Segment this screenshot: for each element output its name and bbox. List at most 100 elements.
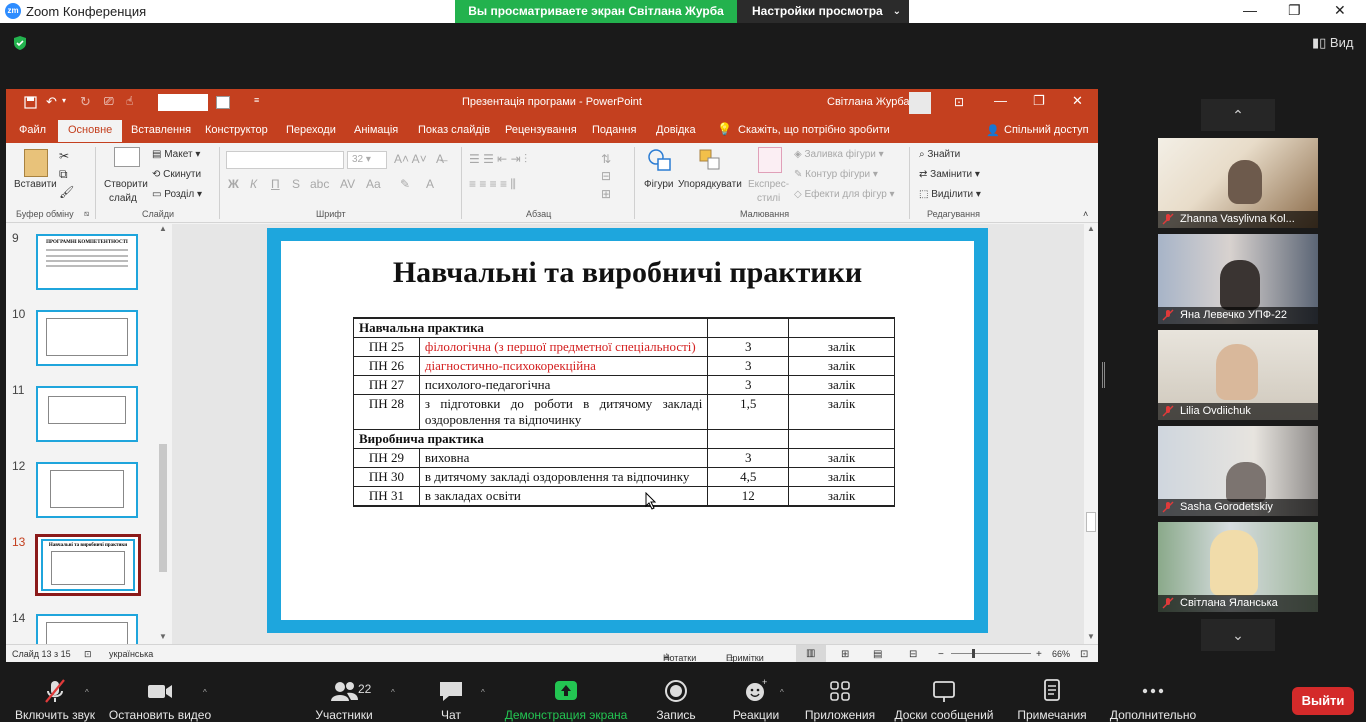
slide-thumbnail[interactable] (36, 386, 138, 442)
participant-tile[interactable]: Zhanna Vasylivna Kol... (1158, 138, 1318, 228)
tab-animations[interactable]: Анімація (354, 124, 398, 136)
splitter-handle[interactable] (1102, 362, 1105, 388)
table-row[interactable]: ПН 25 філологічна (з першої предметної сп… (353, 337, 895, 357)
share-button[interactable]: Спільний доступ (1004, 124, 1089, 136)
participant-tile[interactable]: Яна Левечко УПФ-22 (1158, 234, 1318, 324)
slide-thumbnail[interactable]: ПРОГРАМНІ КОМПЕТЕНТНОСТІ (36, 234, 138, 290)
replace-button[interactable]: ⇄ Замінити ▾ (919, 169, 980, 180)
chevron-up-icon[interactable]: ^ (203, 688, 207, 697)
scroll-up-icon[interactable]: ▲ (1087, 224, 1095, 233)
tab-view[interactable]: Подання (592, 124, 636, 136)
reading-view-icon[interactable]: ▤ (873, 649, 882, 660)
paste-icon[interactable] (24, 149, 48, 177)
shape-effects-button[interactable]: ◇ Ефекти для фігур ▾ (794, 189, 895, 200)
dialog-launcher-icon[interactable]: ⧅ (84, 209, 89, 219)
tab-help[interactable]: Довідка (656, 124, 696, 136)
shapes-button[interactable]: Фігури (644, 179, 674, 190)
align-text-icon[interactable]: ⊟ (601, 169, 611, 183)
zoom-out-icon[interactable]: − (938, 649, 944, 660)
fit-to-window-icon[interactable]: ⊡ (1080, 649, 1088, 660)
zoom-in-icon[interactable]: + (1036, 649, 1042, 660)
cut-icon[interactable]: ✂ (59, 149, 69, 163)
zoom-slider[interactable] (951, 653, 1031, 654)
section-button[interactable]: ▭ Розділ ▾ (152, 189, 202, 200)
zoom-level[interactable]: 66% (1052, 649, 1070, 659)
practice-table[interactable]: Навчальна практика ПН 25 філологічна (з пе… (352, 317, 895, 507)
table-row[interactable]: ПН 28 з підготовки до роботи в дитячому з… (353, 394, 895, 430)
participants-scroll-up[interactable]: ⌃ (1201, 99, 1275, 131)
tab-insert[interactable]: Вставлення (131, 124, 191, 136)
clear-format-icon[interactable]: A̶ (436, 152, 444, 166)
scrollbar-thumb[interactable] (1086, 512, 1096, 532)
participant-tile[interactable]: Світлана Яланська (1158, 522, 1318, 612)
participants-button[interactable]: Участники (289, 676, 399, 722)
slide-thumbnail[interactable] (36, 310, 138, 366)
align-icons[interactable]: ≡ ≡ ≡ ≡ ⫼ (469, 177, 516, 192)
paste-button[interactable]: Вставити (14, 179, 57, 190)
new-slide-label-2[interactable]: слайд (109, 193, 137, 204)
notes-button[interactable]: Примечания (997, 676, 1107, 722)
more-button[interactable]: Дополнительно (1098, 676, 1208, 722)
change-case-icon[interactable]: Aa (366, 177, 381, 191)
collapse-ribbon-icon[interactable]: ˄ (1083, 209, 1088, 219)
thumbnails-scrollbar[interactable]: ▲ ▼ (158, 224, 168, 644)
minimize-icon[interactable]: — (994, 93, 1007, 108)
tab-transitions[interactable]: Переходи (286, 124, 336, 136)
slide-sorter-icon[interactable]: ⊞ (841, 649, 849, 660)
table-row[interactable]: ПН 29 виховна 3 залік (353, 448, 895, 468)
arrange-button[interactable]: Упорядкувати (678, 179, 742, 190)
char-spacing-icon[interactable]: AV (340, 177, 355, 191)
tab-slideshow[interactable]: Показ слайдів (418, 124, 490, 136)
slide-title[interactable]: Навчальні та виробничі практики (281, 256, 974, 290)
apps-button[interactable]: Приложения (785, 676, 895, 722)
tab-file[interactable]: Файл (19, 124, 46, 136)
table-section-row[interactable]: Навчальна практика (352, 317, 895, 338)
restore-icon[interactable]: ❐ (1033, 93, 1045, 109)
language[interactable]: українська (109, 649, 153, 659)
view-button[interactable]: ▮▯ Вид (1312, 35, 1353, 51)
slide[interactable]: Навчальні та виробничі практики Навчальн… (281, 241, 974, 620)
quick-styles-label-2[interactable]: стилі (757, 193, 780, 204)
video-button[interactable]: Остановить видео (105, 676, 215, 722)
copy-icon[interactable]: ⧉ (59, 167, 68, 182)
scroll-down-icon[interactable]: ▼ (159, 632, 167, 641)
chat-button[interactable]: Чат (396, 676, 506, 722)
find-button[interactable]: ⌕ Знайти (919, 149, 960, 160)
whiteboard-button[interactable]: Доски сообщений (889, 676, 999, 722)
underline-button[interactable]: П (271, 177, 280, 191)
reset-button[interactable]: ⟲ Скинути (152, 169, 201, 180)
tab-review[interactable]: Рецензування (505, 124, 577, 136)
scrollbar-thumb[interactable] (159, 444, 167, 572)
table-row[interactable]: ПН 31 в закладах освіти 12 залік (353, 486, 895, 507)
tab-design[interactable]: Конструктор (205, 124, 268, 136)
arrange-icon[interactable] (697, 147, 723, 173)
slide-editing-canvas[interactable]: Навчальні та виробничі практики Навчальн… (172, 224, 1084, 644)
avatar[interactable] (909, 92, 931, 114)
bullets-icon[interactable]: ☰ ☰ ⇤ ⇥ ⫶ (469, 152, 527, 167)
close-icon[interactable]: ✕ (1072, 93, 1083, 109)
scroll-up-icon[interactable]: ▲ (159, 224, 167, 233)
font-name-combo[interactable] (226, 151, 344, 169)
select-button[interactable]: ⬚ Виділити ▾ (919, 189, 981, 200)
slide-thumbnail-current[interactable]: Навчальні та виробничі практики (35, 534, 141, 596)
highlight-icon[interactable]: ✎ (400, 177, 410, 191)
grow-font-icon[interactable]: A˄ A˅ (394, 152, 427, 166)
strikethrough-icon[interactable]: abc (310, 177, 329, 191)
participant-tile[interactable]: Sasha Gorodetskiy (1158, 426, 1318, 516)
participant-tile[interactable]: Lilia Ovdiichuk (1158, 330, 1318, 420)
slideshow-icon[interactable]: ⊟ (909, 649, 917, 660)
restore-icon[interactable]: ❐ (1288, 2, 1301, 19)
smartart-icon[interactable]: ⊞ (601, 187, 611, 201)
chevron-up-icon[interactable]: ^ (780, 688, 784, 697)
tell-me-box[interactable]: Скажіть, що потрібно зробити (738, 124, 890, 136)
bold-button[interactable]: Ж (228, 177, 239, 191)
font-size-combo[interactable]: 32 ▾ (347, 151, 387, 169)
spellcheck-icon[interactable]: ⊡ (84, 649, 92, 660)
slide-thumbnail[interactable] (36, 462, 138, 518)
chevron-up-icon[interactable]: ^ (481, 688, 485, 697)
new-slide-label-1[interactable]: Створити (104, 179, 148, 190)
table-row[interactable]: ПН 27 психолого-педагогічна 3 залік (353, 375, 895, 395)
quick-styles-icon[interactable] (758, 147, 782, 173)
shapes-icon[interactable] (646, 147, 674, 173)
table-row[interactable]: ПН 26 діагностично-психокорекційна 3 залік (353, 356, 895, 376)
